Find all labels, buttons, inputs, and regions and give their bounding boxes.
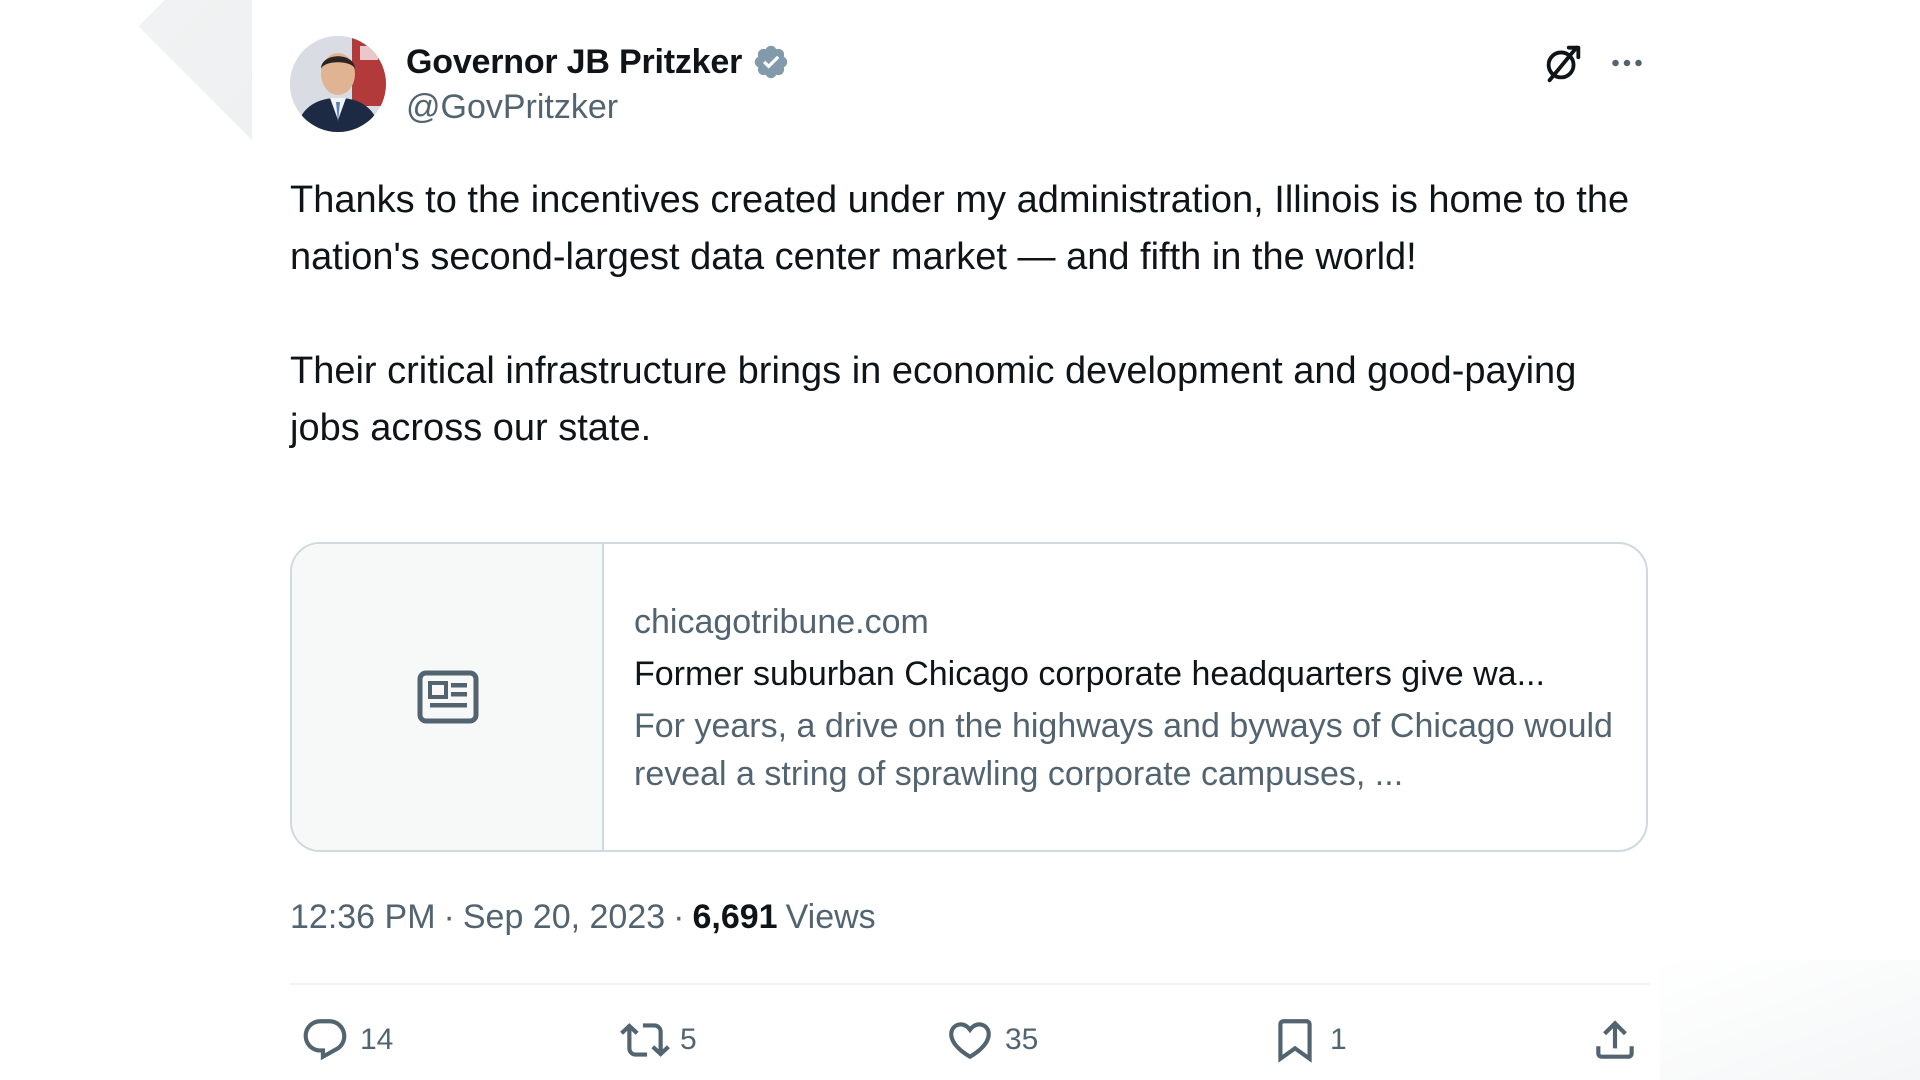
meta-separator: ·	[443, 898, 455, 936]
author-handle[interactable]: @GovPritzker	[406, 88, 618, 127]
news-article-icon	[417, 670, 479, 724]
bookmark-icon	[1278, 1019, 1312, 1063]
tweet-time[interactable]: 12:36 PM	[290, 898, 436, 937]
background-decoration	[112, 0, 252, 140]
link-title: Former suburban Chicago corporate headqu…	[634, 655, 1545, 693]
like-count: 35	[1005, 1023, 1039, 1056]
share-icon	[1596, 1020, 1634, 1059]
divider	[290, 983, 1650, 985]
tweet-date[interactable]: Sep 20, 2023	[463, 898, 665, 937]
tweet-meta: 12:36 PM · Sep 20, 2023 · 6,691 Views	[290, 898, 876, 937]
views-count[interactable]: 6,691	[692, 898, 777, 937]
tweet-paragraph: Their critical infrastructure brings in …	[290, 350, 1577, 449]
tweet-header: Governor JB Pritzker @GovPritzker	[290, 36, 1650, 136]
bookmark-button[interactable]: 1	[1270, 1010, 1347, 1070]
grok-icon[interactable]	[1540, 40, 1586, 86]
tweet: Governor JB Pritzker @GovPritzker Thanks…	[290, 0, 1650, 1080]
reply-count: 14	[360, 1023, 394, 1056]
like-button[interactable]: 35	[945, 1010, 1038, 1070]
share-button[interactable]	[1590, 1010, 1640, 1070]
link-preview-card[interactable]: chicagotribune.com Former suburban Chica…	[290, 542, 1648, 852]
link-card-text: chicagotribune.com Former suburban Chica…	[634, 600, 1624, 798]
more-options-icon[interactable]	[1604, 40, 1650, 86]
tweet-text: Thanks to the incentives created under m…	[290, 172, 1650, 457]
views-label: Views	[785, 898, 876, 936]
tweet-screenshot: Governor JB Pritzker @GovPritzker Thanks…	[0, 0, 1920, 1080]
repost-icon	[620, 1023, 670, 1057]
meta-separator: ·	[673, 898, 685, 936]
bookmark-count: 1	[1330, 1023, 1347, 1056]
background-decoration-bottom	[1660, 960, 1920, 1080]
tweet-actions: 14 5 35 1	[290, 1010, 1650, 1070]
link-description: For years, a drive on the highways and b…	[634, 707, 1613, 793]
reply-button[interactable]: 14	[300, 1010, 393, 1070]
repost-button[interactable]: 5	[620, 1010, 697, 1070]
verified-badge-icon[interactable]	[752, 43, 790, 81]
link-domain: chicagotribune.com	[634, 603, 929, 641]
tweet-paragraph: Thanks to the incentives created under m…	[290, 179, 1630, 278]
author-name-row: Governor JB Pritzker	[406, 40, 790, 84]
reply-icon	[303, 1019, 347, 1061]
author-display-name[interactable]: Governor JB Pritzker	[406, 43, 742, 82]
avatar[interactable]	[290, 36, 386, 132]
repost-count: 5	[680, 1023, 697, 1056]
link-thumbnail	[292, 544, 604, 850]
heart-icon	[949, 1022, 991, 1060]
